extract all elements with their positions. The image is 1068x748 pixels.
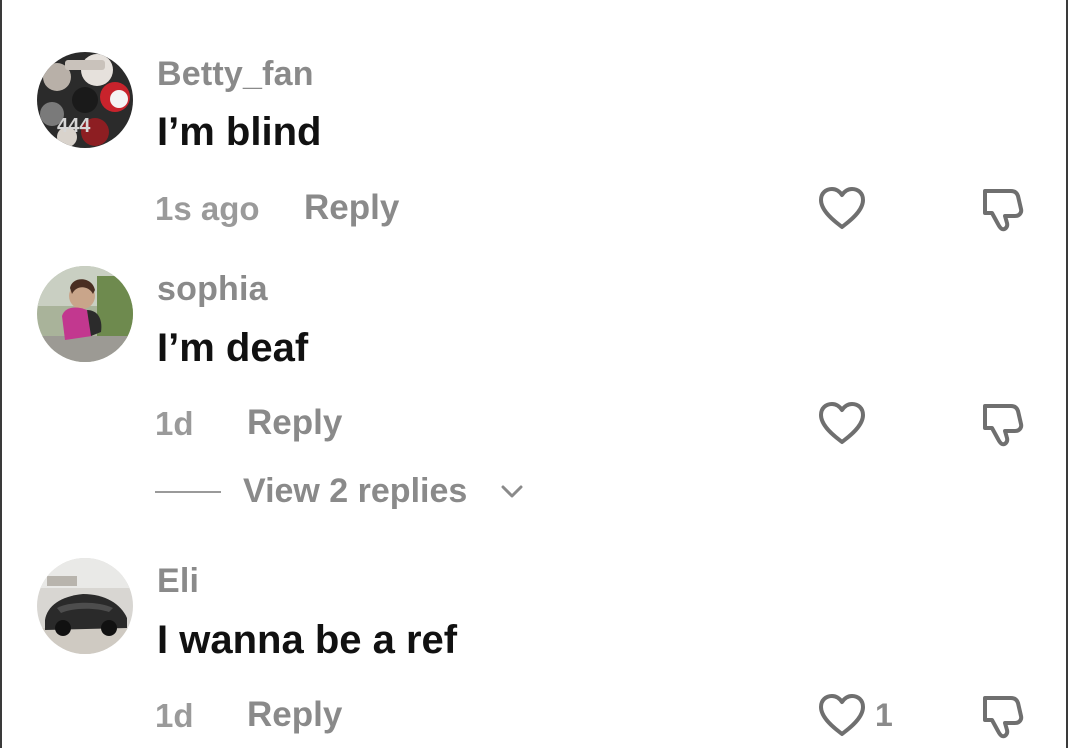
heart-outline-icon[interactable] (817, 692, 867, 738)
reply-button[interactable]: Reply (247, 403, 342, 443)
comment-text: I wanna be a ref (157, 618, 458, 662)
thumbs-down-outline-icon[interactable] (977, 400, 1029, 448)
timestamp: 1d (155, 405, 194, 442)
comment-text: I’m deaf (157, 326, 309, 370)
view-replies-button[interactable]: View 2 replies (155, 468, 555, 516)
username[interactable]: sophia (157, 270, 268, 309)
divider (155, 491, 221, 493)
chevron-down-icon (500, 482, 524, 507)
timestamp: 1d (155, 697, 194, 734)
avatar[interactable] (37, 558, 133, 654)
heart-outline-icon[interactable] (817, 400, 867, 446)
username[interactable]: Eli (157, 562, 199, 601)
svg-text:444: 444 (57, 115, 91, 137)
like-count: 1 (875, 697, 893, 733)
avatar[interactable] (37, 266, 133, 362)
reply-button[interactable]: Reply (304, 188, 399, 228)
thumbs-down-outline-icon[interactable] (977, 185, 1029, 233)
timestamp: 1s ago (155, 190, 260, 227)
thumbs-down-outline-icon[interactable] (977, 692, 1029, 740)
username[interactable]: Betty_fan (157, 55, 314, 94)
heart-outline-icon[interactable] (817, 185, 867, 231)
avatar[interactable]: 444 (37, 52, 133, 148)
reply-button[interactable]: Reply (247, 695, 342, 735)
comment-text: I’m blind (157, 110, 322, 154)
comments-list: 444 Betty_fan I’m blind 1s ago Reply sop… (0, 0, 1068, 748)
view-replies-label: View 2 replies (243, 472, 468, 510)
